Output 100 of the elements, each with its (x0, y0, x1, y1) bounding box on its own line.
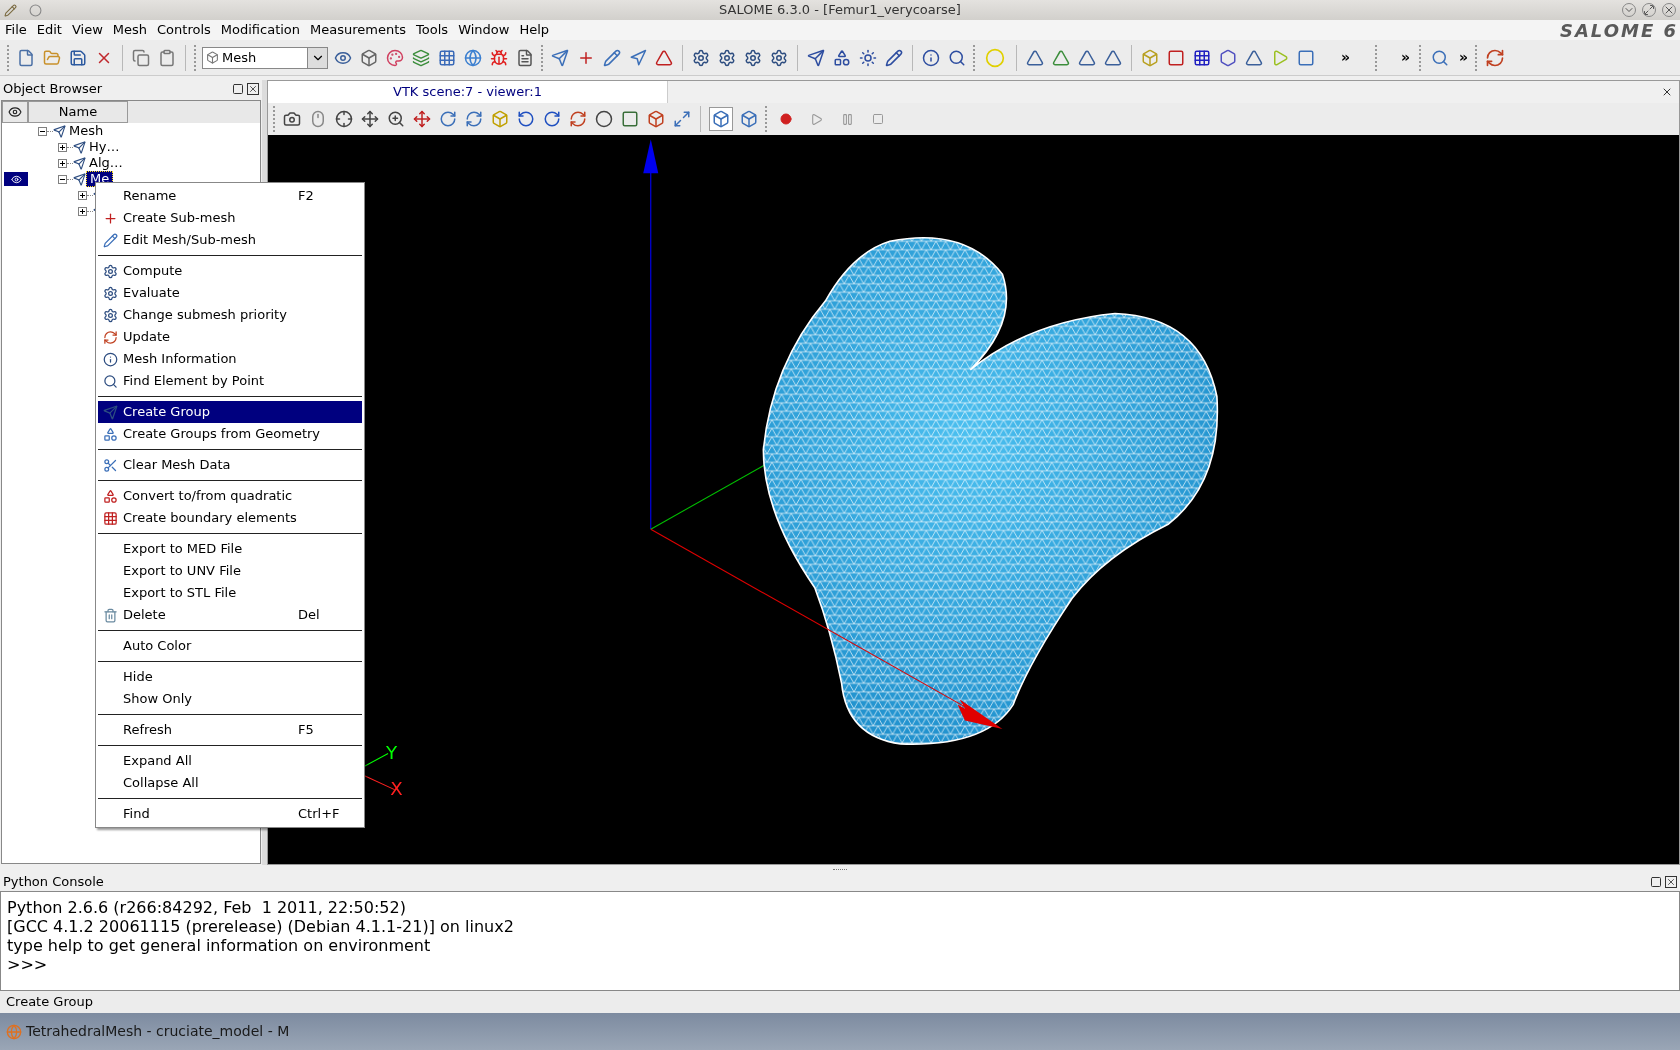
maximize-icon[interactable] (1642, 3, 1656, 17)
menu[interactable]: Help (514, 20, 555, 40)
menu[interactable]: View (66, 20, 108, 40)
menu[interactable]: Controls (152, 20, 216, 40)
menu-item[interactable]: Expand All (98, 750, 362, 772)
menu[interactable]: Edit (31, 20, 67, 40)
info-icon[interactable] (922, 48, 940, 67)
menu-item[interactable]: Find Ctrl+F (98, 803, 362, 825)
tree-item[interactable]: Alg… (86, 156, 126, 170)
edit-icon[interactable] (603, 48, 621, 67)
menu-item[interactable]: Clear Mesh Data (98, 454, 362, 476)
bug-icon[interactable] (490, 48, 508, 67)
arrow-icon[interactable] (629, 48, 647, 67)
menu-item[interactable]: Collapse All (98, 772, 362, 794)
tree-item[interactable]: Mesh (66, 124, 107, 138)
menu-item[interactable]: Convert to/from quadratic (98, 485, 362, 507)
triangle-icon[interactable] (1026, 48, 1044, 67)
menu-item[interactable]: Create Group (98, 401, 362, 423)
column-header[interactable] (2, 101, 28, 123)
close-icon[interactable] (247, 83, 259, 95)
cube-icon[interactable] (740, 110, 758, 128)
triangle-icon[interactable] (1104, 48, 1122, 67)
toolbar-overflow[interactable]: » (1401, 47, 1411, 68)
visibility-cell[interactable] (4, 172, 28, 186)
menu-item[interactable]: Change submesh priority (98, 304, 362, 326)
menu[interactable]: Modification (215, 20, 306, 40)
window-menu-icon[interactable] (29, 3, 42, 17)
triangle-icon[interactable] (655, 48, 673, 67)
gear-icon[interactable] (718, 48, 736, 67)
tree-item[interactable]: Hy… (86, 140, 123, 154)
globe-icon[interactable] (464, 48, 482, 67)
rotate-icon[interactable] (439, 110, 457, 128)
crosshair-icon[interactable] (335, 110, 353, 128)
shapes-icon[interactable] (833, 48, 851, 67)
spark-icon[interactable] (859, 48, 877, 67)
palette-icon[interactable] (386, 48, 404, 67)
menu-item[interactable]: Delete Del (98, 604, 362, 626)
reset-icon[interactable] (569, 110, 587, 128)
float-icon[interactable] (232, 83, 244, 95)
menu-item[interactable]: Rename F2 (98, 185, 362, 207)
collapse-toggle[interactable] (38, 126, 47, 136)
collapse-toggle[interactable] (58, 174, 67, 184)
pan-icon[interactable] (413, 110, 431, 128)
paste-icon[interactable] (158, 48, 176, 67)
close-icon[interactable] (1665, 876, 1677, 888)
menu-item[interactable]: Mesh Information (98, 348, 362, 370)
zoom-icon[interactable] (387, 110, 405, 128)
gear-icon[interactable] (770, 48, 788, 67)
search-icon[interactable] (948, 48, 966, 67)
grid-icon[interactable] (1193, 48, 1211, 67)
menu-item[interactable]: Update (98, 326, 362, 348)
menu[interactable]: Window (453, 20, 515, 40)
toolbar-overflow[interactable]: » (1341, 47, 1351, 68)
menu-item[interactable]: Create boundary elements (98, 507, 362, 529)
python-console[interactable]: Python 2.6.6 (r266:84292, Feb 1 2011, 22:50:52) [GCC 4.1.2 20061115 (prerelease) (Debian 4.1.1-21)] on linux2 type help to get general information on environment >>> (0, 891, 1680, 991)
mesh-search-icon[interactable] (1431, 48, 1450, 67)
frame-icon[interactable] (621, 110, 639, 128)
box-icon[interactable] (647, 110, 665, 128)
rotate-left-icon[interactable] (517, 110, 535, 128)
triangle-icon[interactable] (1078, 48, 1096, 67)
taskbar-item[interactable]: TetrahedralMesh - cruciate_model - M (6, 1021, 290, 1042)
new-file-icon[interactable] (17, 48, 35, 67)
copy-icon[interactable] (132, 48, 150, 67)
toolbar-overflow[interactable]: » (1459, 47, 1469, 68)
gear-icon[interactable] (692, 48, 710, 67)
orbit-icon[interactable] (465, 110, 483, 128)
expand-toggle[interactable] (58, 158, 67, 168)
document-icon[interactable] (516, 48, 534, 67)
grid-icon[interactable] (438, 48, 456, 67)
menu-item[interactable]: Create Sub-mesh (98, 207, 362, 229)
menu-item[interactable]: Auto Color (98, 635, 362, 657)
save-icon[interactable] (69, 48, 87, 67)
layers-icon[interactable] (412, 48, 430, 67)
refresh-icon[interactable] (1485, 47, 1506, 68)
menu-item[interactable]: Edit Mesh/Sub-mesh (98, 229, 362, 251)
menu[interactable]: Mesh (107, 20, 153, 40)
expand-toggle[interactable] (78, 206, 87, 216)
menu-item[interactable]: Export to MED File (98, 538, 362, 560)
gear-icon[interactable] (744, 48, 762, 67)
menu-item[interactable]: Export to UNV File (98, 560, 362, 582)
shaded-cube-icon[interactable] (709, 107, 733, 131)
column-header[interactable]: Name (28, 101, 128, 123)
menu[interactable]: Measurements (305, 20, 412, 40)
hexagon-icon[interactable] (1219, 48, 1237, 67)
rotate-right-icon[interactable] (543, 110, 561, 128)
square-icon[interactable] (1167, 48, 1185, 67)
camera-icon[interactable] (283, 110, 301, 128)
menu[interactable]: File (0, 20, 32, 40)
module-combobox[interactable]: Mesh (202, 46, 328, 69)
float-icon[interactable] (1650, 876, 1662, 888)
menu-item[interactable]: Export to STL File (98, 582, 362, 604)
edit-icon[interactable] (885, 48, 903, 67)
viewer-tab[interactable]: VTK scene:7 - viewer:1 (268, 81, 668, 103)
menu-item[interactable]: Show Only (98, 688, 362, 710)
triangle-icon[interactable] (1052, 48, 1070, 67)
record-icon[interactable] (780, 113, 792, 125)
mouse-icon[interactable] (309, 110, 327, 128)
menu-item[interactable]: Hide (98, 666, 362, 688)
menu-item[interactable]: Create Groups from Geometry (98, 423, 362, 445)
menu-item[interactable]: Find Element by Point (98, 370, 362, 392)
